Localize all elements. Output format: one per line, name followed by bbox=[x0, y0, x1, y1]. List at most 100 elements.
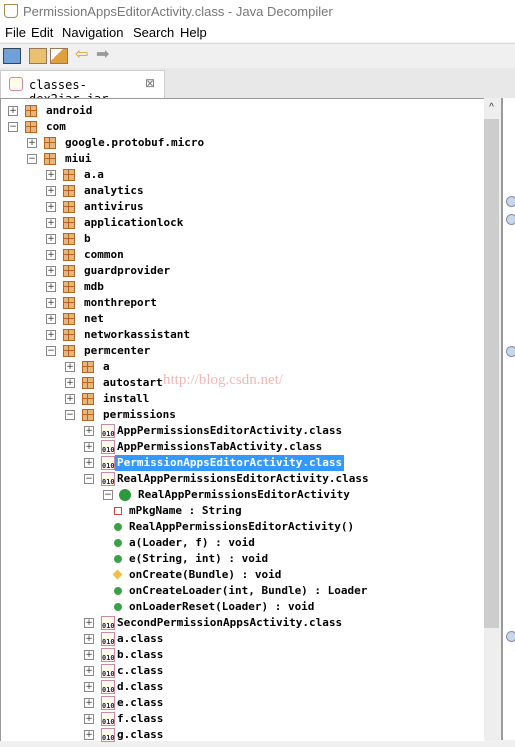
tree-node[interactable]: −010 RealAppPermissionsEditorActivity.cla… bbox=[1, 471, 481, 487]
tree-node[interactable]: + antivirus bbox=[1, 199, 481, 215]
tree-node[interactable]: + a.a bbox=[1, 167, 481, 183]
tree-node[interactable]: − miui bbox=[1, 151, 481, 167]
tree-node[interactable]: +010 SecondPermissionAppsActivity.class bbox=[1, 615, 481, 631]
tree-node[interactable]: e(String, int) : void bbox=[1, 551, 481, 567]
expand-icon[interactable]: + bbox=[84, 618, 94, 628]
tree-node[interactable]: onCreateLoader(int, Bundle) : Loader bbox=[1, 583, 481, 599]
tab-close-icon[interactable]: ⊠ bbox=[145, 76, 155, 90]
menu-navigation[interactable]: Navigation bbox=[62, 25, 123, 40]
tree-node[interactable]: + networkassistant bbox=[1, 327, 481, 343]
package-icon bbox=[82, 361, 94, 373]
expand-icon[interactable]: + bbox=[84, 426, 94, 436]
scroll-up-icon[interactable]: ^ bbox=[484, 98, 499, 118]
collapse-icon[interactable] bbox=[506, 196, 515, 207]
tree-node[interactable]: RealAppPermissionsEditorActivity() bbox=[1, 519, 481, 535]
tree-node[interactable]: +010 b.class bbox=[1, 647, 481, 663]
collapse-icon[interactable]: − bbox=[84, 474, 94, 484]
expand-icon[interactable]: + bbox=[84, 730, 94, 740]
collapse-icon[interactable]: − bbox=[103, 490, 113, 500]
expand-icon[interactable]: + bbox=[46, 298, 56, 308]
menu-search[interactable]: Search bbox=[133, 25, 174, 40]
tree-node[interactable]: − permcenter bbox=[1, 343, 481, 359]
expand-icon[interactable]: + bbox=[46, 186, 56, 196]
expand-icon[interactable]: + bbox=[46, 250, 56, 260]
expand-icon[interactable]: + bbox=[84, 682, 94, 692]
tree-node[interactable]: +010 AppPermissionsEditorActivity.class bbox=[1, 423, 481, 439]
tree-node[interactable]: +010 g.class bbox=[1, 727, 481, 743]
expand-icon[interactable]: + bbox=[65, 378, 75, 388]
expand-icon[interactable]: + bbox=[27, 138, 37, 148]
tree-node[interactable]: mPkgName : String bbox=[1, 503, 481, 519]
tree-node[interactable]: + net bbox=[1, 311, 481, 327]
tree-node[interactable]: onCreate(Bundle) : void bbox=[1, 567, 481, 583]
tree-node[interactable]: − RealAppPermissionsEditorActivity bbox=[1, 487, 481, 503]
expand-icon[interactable]: + bbox=[65, 394, 75, 404]
open-file-icon[interactable] bbox=[3, 48, 21, 64]
collapse-icon[interactable] bbox=[506, 631, 515, 642]
package-icon bbox=[63, 169, 75, 181]
tree-node-label: net bbox=[84, 312, 104, 325]
menu-file[interactable]: File bbox=[5, 25, 26, 40]
open-type-icon[interactable] bbox=[29, 48, 47, 64]
package-icon bbox=[63, 185, 75, 197]
tree-node[interactable]: + install bbox=[1, 391, 481, 407]
tree-node[interactable]: +010 f.class bbox=[1, 711, 481, 727]
collapse-icon[interactable]: − bbox=[65, 410, 75, 420]
tree-node[interactable]: +010 e.class bbox=[1, 695, 481, 711]
expand-icon[interactable]: + bbox=[84, 442, 94, 452]
tree-node-label: android bbox=[46, 104, 93, 117]
tree-node[interactable]: a(Loader, f) : void bbox=[1, 535, 481, 551]
forward-arrow-icon[interactable]: ➡ bbox=[96, 47, 112, 63]
back-arrow-icon[interactable]: ⇦ bbox=[75, 47, 91, 63]
expand-icon[interactable]: + bbox=[46, 282, 56, 292]
class-file-icon: 010 bbox=[101, 616, 115, 630]
collapse-icon[interactable]: − bbox=[8, 122, 18, 132]
expand-icon[interactable]: + bbox=[84, 698, 94, 708]
tree-node[interactable]: + mdb bbox=[1, 279, 481, 295]
expand-icon[interactable]: + bbox=[46, 234, 56, 244]
tree-node[interactable]: +010 PermissionAppsEditorActivity.class bbox=[1, 455, 481, 471]
expand-icon[interactable]: + bbox=[84, 650, 94, 660]
tree-node[interactable]: + google.protobuf.micro bbox=[1, 135, 481, 151]
tree-node-label: g.class bbox=[117, 728, 164, 741]
menu-edit[interactable]: Edit bbox=[31, 25, 53, 40]
expand-icon[interactable]: + bbox=[46, 330, 56, 340]
collapse-icon[interactable]: − bbox=[46, 346, 56, 356]
tree-node[interactable]: +010 AppPermissionsTabActivity.class bbox=[1, 439, 481, 455]
search-icon[interactable] bbox=[50, 48, 68, 64]
expand-icon[interactable]: + bbox=[84, 634, 94, 644]
tree-node[interactable]: +010 d.class bbox=[1, 679, 481, 695]
tree-node[interactable]: + monthreport bbox=[1, 295, 481, 311]
expand-icon[interactable]: + bbox=[84, 458, 94, 468]
tree-node[interactable]: +010 a.class bbox=[1, 631, 481, 647]
expand-icon[interactable]: + bbox=[46, 266, 56, 276]
tree-node[interactable]: + analytics bbox=[1, 183, 481, 199]
expand-icon[interactable]: + bbox=[8, 106, 18, 116]
expand-icon[interactable]: + bbox=[46, 218, 56, 228]
tree-node[interactable]: + guardprovider bbox=[1, 263, 481, 279]
expand-icon[interactable]: + bbox=[65, 362, 75, 372]
tree-node[interactable]: + android bbox=[1, 103, 481, 119]
expand-icon[interactable]: + bbox=[84, 666, 94, 676]
tree-node[interactable]: +010 c.class bbox=[1, 663, 481, 679]
class-file-icon: 010 bbox=[101, 664, 115, 678]
collapse-icon[interactable]: − bbox=[27, 154, 37, 164]
tree-node-label: a bbox=[103, 360, 110, 373]
package-tree[interactable]: + android − com + google.protobuf.micro − miui +… bbox=[0, 98, 485, 743]
collapse-icon[interactable] bbox=[506, 214, 515, 225]
menu-help[interactable]: Help bbox=[180, 25, 207, 40]
expand-icon[interactable]: + bbox=[46, 202, 56, 212]
collapse-icon[interactable] bbox=[506, 346, 515, 357]
expand-icon[interactable]: + bbox=[46, 314, 56, 324]
tree-node[interactable]: + applicationlock bbox=[1, 215, 481, 231]
expand-icon[interactable]: + bbox=[46, 170, 56, 180]
tree-node[interactable]: + b bbox=[1, 231, 481, 247]
tree-node[interactable]: − com bbox=[1, 119, 481, 135]
scroll-thumb[interactable] bbox=[484, 119, 499, 628]
tree-node[interactable]: + common bbox=[1, 247, 481, 263]
tree-node[interactable]: − permissions bbox=[1, 407, 481, 423]
tree-scrollbar[interactable]: ^ bbox=[484, 98, 500, 740]
tree-node[interactable]: onLoaderReset(Loader) : void bbox=[1, 599, 481, 615]
expand-icon[interactable]: + bbox=[84, 714, 94, 724]
tab-classes-jar[interactable]: classes-dex2jar.jar ⊠ bbox=[0, 70, 165, 106]
